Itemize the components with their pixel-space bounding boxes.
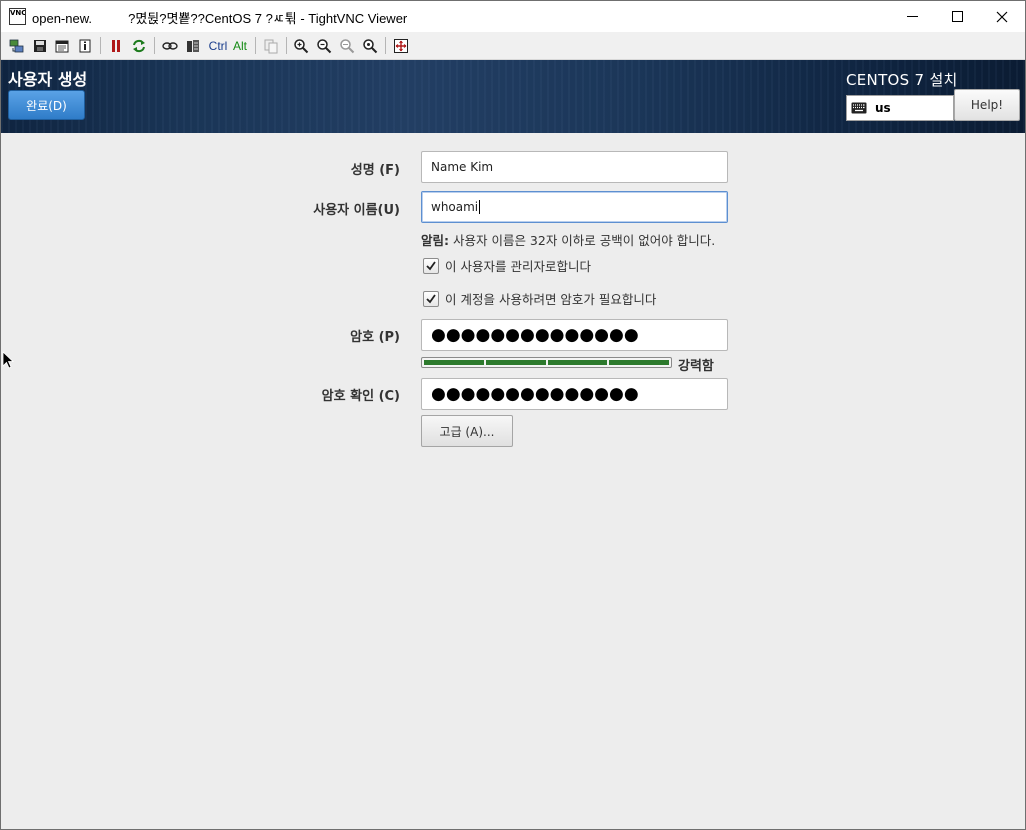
zoom-out-icon xyxy=(317,39,332,54)
require-password-checkbox[interactable] xyxy=(423,290,439,307)
admin-checkbox-label: 이 사용자를 관리자로합니다 xyxy=(445,259,591,274)
zoom-fit-icon xyxy=(363,39,378,54)
toolbar-separator xyxy=(385,37,386,54)
help-button[interactable]: Help! xyxy=(954,89,1020,121)
zoom-100-button[interactable] xyxy=(338,36,356,56)
fullname-input[interactable]: Name Kim xyxy=(421,151,728,183)
strength-segment xyxy=(547,360,608,365)
refresh-button[interactable] xyxy=(130,36,148,56)
zoom-fit-button[interactable] xyxy=(361,36,379,56)
send-ctrl-alt-del-icon xyxy=(162,42,178,50)
text-caret xyxy=(479,200,481,214)
zoom-100-icon xyxy=(340,39,355,54)
admin-checkbox[interactable] xyxy=(423,257,439,274)
close-button[interactable] xyxy=(979,1,1025,32)
keyboard-layout-indicator[interactable]: us xyxy=(846,95,954,121)
username-label: 사용자 이름(U) xyxy=(313,203,400,218)
send-ctrl-alt-del-button[interactable] xyxy=(161,36,179,56)
toolbar-separator xyxy=(154,37,155,54)
close-icon xyxy=(996,11,1008,22)
mouse-cursor-icon xyxy=(2,351,14,369)
password-value: ●●●●●●●●●●●●●● xyxy=(431,324,639,345)
username-value: whoami xyxy=(431,200,479,214)
vnc-app-icon[interactable]: VNC xyxy=(9,8,26,25)
hint-label: 알림: xyxy=(421,233,449,248)
fullname-value: Name Kim xyxy=(431,160,494,174)
vnc-viewer-window: VNC open-new. ?몄뒩?몃뿉??CentOS 7 ?ㅼ튂 - Tig… xyxy=(0,0,1026,830)
minimize-icon xyxy=(906,16,918,17)
install-title: CENTOS 7 설치 xyxy=(846,71,958,89)
fullscreen-button[interactable] xyxy=(392,36,410,56)
send-ctrl-esc-icon xyxy=(187,40,199,52)
advanced-button[interactable]: 고급 (A)... xyxy=(421,415,513,447)
password-strength-label: 강력함 xyxy=(678,359,714,374)
zoom-in-icon xyxy=(294,39,309,54)
new-connection-button[interactable] xyxy=(8,36,26,56)
save-icon xyxy=(34,40,46,52)
window-title: open-new. ?몄뒩?몃뿉??CentOS 7 ?ㅼ튂 - TightVN… xyxy=(32,11,408,26)
zoom-in-button[interactable] xyxy=(292,36,310,56)
options-icon xyxy=(55,40,69,53)
toolbar-separator xyxy=(100,37,101,54)
new-connection-icon xyxy=(9,39,24,53)
strength-segment xyxy=(485,360,546,365)
checkmark-icon xyxy=(426,260,436,270)
vnc-toolbar: Ctrl Alt xyxy=(1,32,1025,60)
toolbar-separator xyxy=(286,37,287,54)
username-input[interactable]: whoami xyxy=(421,191,728,223)
send-ctrl-esc-button[interactable] xyxy=(184,36,202,56)
confirm-password-value: ●●●●●●●●●●●●●● xyxy=(431,383,639,404)
keyboard-icon xyxy=(851,102,867,114)
confirm-password-label: 암호 확인 (C) xyxy=(321,389,400,404)
app-icon-text: VNC xyxy=(10,9,26,17)
confirm-password-input[interactable]: ●●●●●●●●●●●●●● xyxy=(421,378,728,410)
minimize-button[interactable] xyxy=(889,1,935,32)
checkmark-icon xyxy=(426,293,436,303)
password-label: 암호 (P) xyxy=(350,330,400,345)
strength-segment xyxy=(424,360,484,365)
hint-text: 사용자 이름은 32자 이하로 공백이 없어야 합니다. xyxy=(449,233,716,248)
fullname-label: 성명 (F) xyxy=(350,163,400,178)
connection-info-button[interactable] xyxy=(76,36,94,56)
toolbar-separator xyxy=(255,37,256,54)
keyboard-layout-label: us xyxy=(875,101,891,115)
require-password-checkbox-row[interactable]: 이 계정을 사용하려면 암호가 필요합니다 xyxy=(423,289,656,308)
pause-button[interactable] xyxy=(107,36,125,56)
installer-header: 사용자 생성 완료(D) CENTOS 7 설치 us Help! xyxy=(1,60,1025,133)
page-title: 사용자 생성 xyxy=(8,70,88,89)
ctrl-key-button[interactable]: Ctrl xyxy=(207,36,229,56)
strength-segment xyxy=(609,360,669,365)
username-hint: 알림: 사용자 이름은 32자 이하로 공백이 없어야 합니다. xyxy=(421,230,715,249)
maximize-button[interactable] xyxy=(934,1,980,32)
clipboard-icon xyxy=(264,39,278,54)
admin-checkbox-row[interactable]: 이 사용자를 관리자로합니다 xyxy=(423,256,591,275)
fullscreen-icon xyxy=(394,39,408,53)
password-input[interactable]: ●●●●●●●●●●●●●● xyxy=(421,319,728,351)
options-button[interactable] xyxy=(53,36,71,56)
password-strength-bar xyxy=(421,357,672,368)
title-bar[interactable]: VNC open-new. ?몄뒩?몃뿉??CentOS 7 ?ㅼ튂 - Tig… xyxy=(1,1,1025,32)
alt-key-button[interactable]: Alt xyxy=(231,36,249,56)
done-button[interactable]: 완료(D) xyxy=(8,90,85,120)
zoom-out-button[interactable] xyxy=(315,36,333,56)
refresh-icon xyxy=(133,39,145,53)
info-icon xyxy=(79,39,91,53)
save-button[interactable] xyxy=(31,36,49,56)
clipboard-button[interactable] xyxy=(262,36,280,56)
pause-icon xyxy=(112,40,120,52)
require-password-label: 이 계정을 사용하려면 암호가 필요합니다 xyxy=(445,292,657,307)
maximize-icon xyxy=(951,11,963,22)
